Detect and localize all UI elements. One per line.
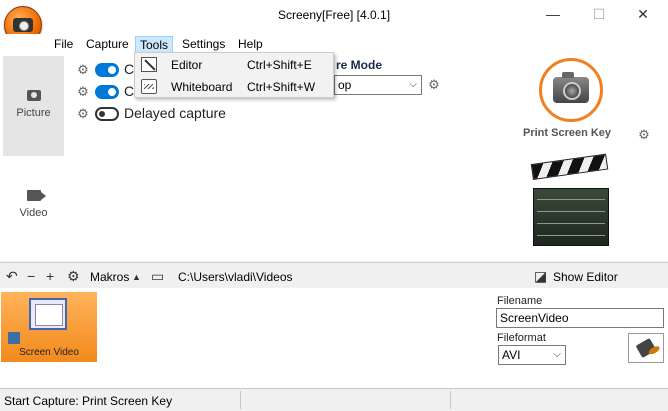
paint-bucket-button[interactable] [628, 333, 664, 363]
video-toolbar: ↶ − + ⚙ Makros ▲ ▭ C:\Users\vladi\Videos… [0, 262, 668, 288]
whiteboard-icon [141, 79, 157, 94]
editor-icon [141, 57, 157, 72]
paint-bucket-icon [635, 337, 657, 359]
capture-mode-select[interactable]: op ⌵ [334, 75, 422, 95]
delayed-capture-toggle[interactable] [95, 107, 119, 121]
camera-icon [26, 90, 41, 101]
filename-label: Filename [497, 295, 543, 307]
show-editor-button[interactable]: Show Editor [553, 270, 618, 284]
menu-item-editor[interactable]: Editor Ctrl+Shift+E [135, 54, 333, 76]
status-divider [450, 391, 451, 409]
output-path: C:\Users\vladi\Videos [178, 270, 293, 284]
menu-capture[interactable]: Capture [82, 36, 133, 53]
clapperboard-icon[interactable] [530, 153, 610, 246]
capture-mode-value: op [338, 78, 352, 92]
menu-help[interactable]: Help [234, 36, 267, 53]
option2-label: C [124, 83, 135, 99]
folder-icon[interactable]: ▭ [151, 269, 164, 283]
chevron-down-icon: ⌵ [409, 79, 417, 90]
menu-bar: File Capture Tools Settings Help [0, 34, 668, 54]
option1-settings-gear-icon[interactable]: ⚙ [77, 63, 89, 76]
whiteboard-shortcut: Ctrl+Shift+W [247, 80, 316, 94]
makros-label[interactable]: Makros [90, 270, 129, 284]
status-bar: Start Capture: Print Screen Key [0, 388, 668, 411]
mode-nav: Picture Video [3, 56, 64, 256]
capture-mode-gear-icon[interactable]: ⚙ [428, 78, 440, 91]
editor-label: Editor [171, 58, 203, 72]
menu-tools[interactable]: Tools [135, 36, 174, 53]
editor-icon[interactable]: ◪ [534, 269, 547, 283]
nav-video-label: Video [19, 207, 48, 219]
menu-settings[interactable]: Settings [178, 36, 229, 53]
menu-file[interactable]: File [50, 36, 77, 53]
camera-icon [553, 72, 589, 103]
fileformat-value: AVI [502, 348, 521, 362]
print-screen-key-button[interactable] [539, 58, 603, 122]
minimize-button[interactable]: — [538, 4, 568, 26]
remove-icon[interactable]: − [27, 269, 35, 283]
maximize-button[interactable]: ☐ [584, 4, 614, 26]
nav-video-button[interactable]: Video [3, 156, 64, 256]
capture-mode-label: re Mode [336, 58, 383, 72]
option2-settings-gear-icon[interactable]: ⚙ [77, 85, 89, 98]
fileformat-select[interactable]: AVI ⌵ [498, 345, 566, 365]
tools-dropdown-menu: Editor Ctrl+Shift+E Whiteboard Ctrl+Shif… [134, 52, 334, 98]
whiteboard-label: Whiteboard [171, 80, 233, 94]
add-icon[interactable]: + [46, 269, 54, 283]
status-divider [240, 391, 241, 409]
video-camera-icon [26, 190, 46, 201]
print-screen-gear-icon[interactable]: ⚙ [638, 128, 650, 141]
caret-up-icon[interactable]: ▲ [132, 271, 141, 283]
delayed-capture-label: Delayed capture [124, 105, 226, 121]
save-disk-icon[interactable] [8, 332, 20, 344]
editor-shortcut: Ctrl+Shift+E [247, 58, 312, 72]
print-screen-key-label: Print Screen Key [523, 127, 612, 139]
output-panel [0, 288, 668, 388]
nav-picture-button[interactable]: Picture [3, 56, 64, 156]
filename-field[interactable]: ScreenVideo [496, 308, 664, 328]
option2-toggle[interactable] [95, 85, 119, 99]
gear-icon[interactable]: ⚙ [67, 269, 80, 283]
undo-icon[interactable]: ↶ [6, 269, 18, 283]
app-window: Screeny[Free] [4.0.1] — ☐ ✕ File Capture… [0, 0, 668, 411]
menu-item-whiteboard[interactable]: Whiteboard Ctrl+Shift+W [135, 76, 333, 98]
nav-picture-label: Picture [16, 107, 51, 119]
option1-toggle[interactable] [95, 63, 119, 77]
screen-video-label: Screen Video [19, 347, 79, 358]
close-button[interactable]: ✕ [628, 4, 658, 26]
fileformat-label: Fileformat [497, 332, 546, 344]
screen-video-tile[interactable]: Screen Video [1, 292, 97, 362]
title-bar: Screeny[Free] [4.0.1] — ☐ ✕ [0, 0, 668, 44]
option1-label: C [124, 61, 135, 77]
delayed-settings-gear-icon[interactable]: ⚙ [77, 107, 89, 120]
chevron-down-icon: ⌵ [553, 349, 561, 360]
video-thumbnail-icon [29, 298, 67, 330]
status-text: Start Capture: Print Screen Key [4, 394, 173, 408]
